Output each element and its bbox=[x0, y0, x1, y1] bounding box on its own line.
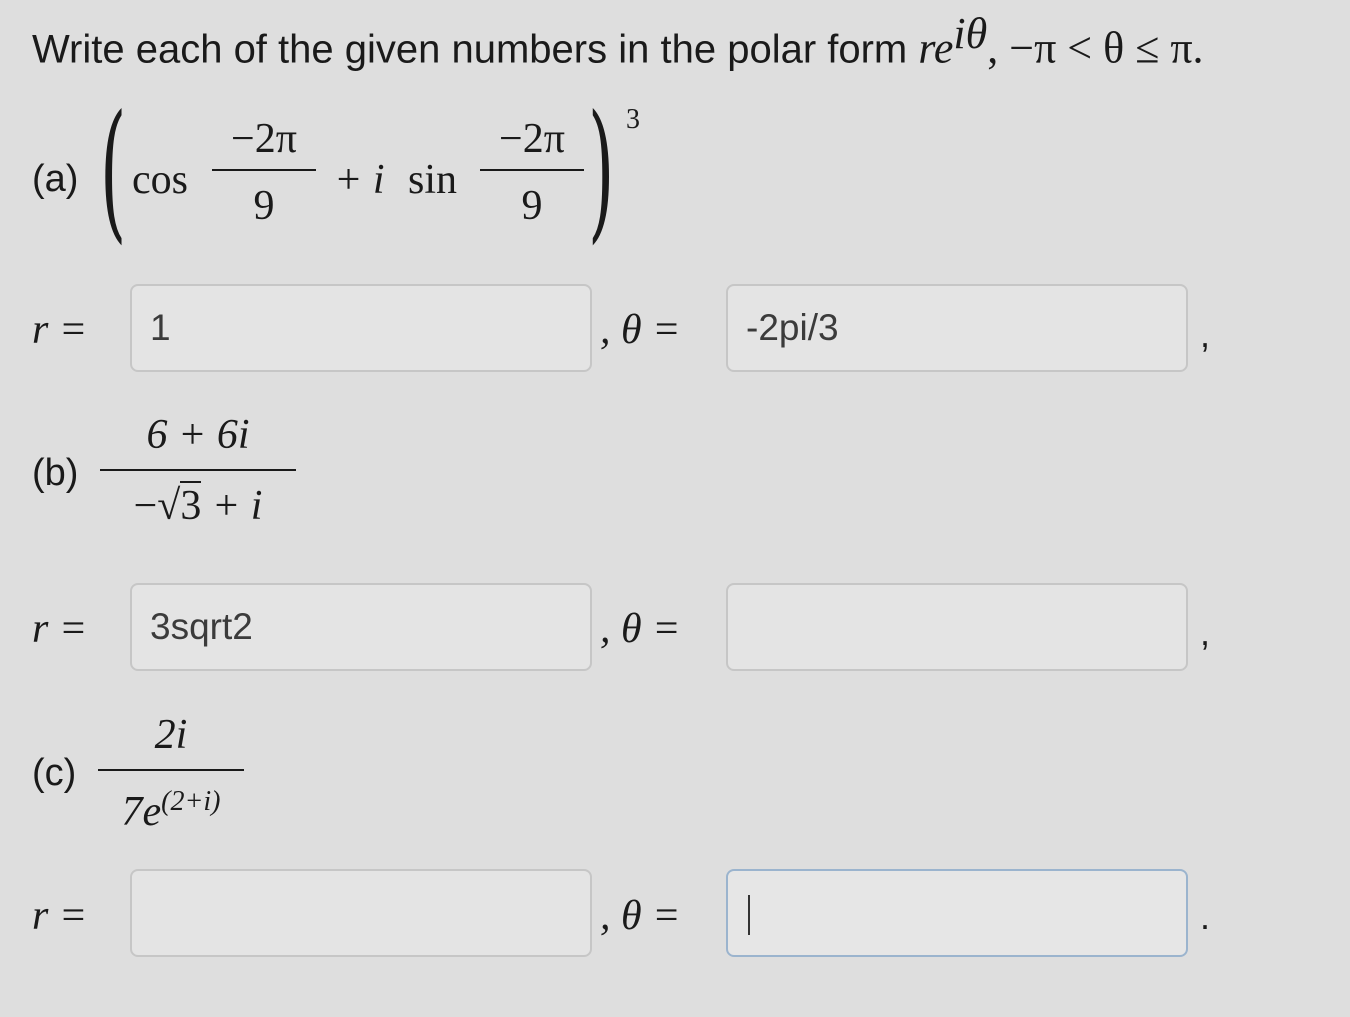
part-a-fraction-1-numerator: −2π bbox=[231, 116, 297, 162]
part-a-fraction-2: −2π 9 bbox=[480, 118, 584, 227]
part-a-plus-i: + i bbox=[334, 157, 385, 203]
part-c-denominator-exponent: (2+i) bbox=[161, 786, 221, 817]
part-c-r-input[interactable] bbox=[130, 869, 592, 957]
part-a-sin: sin bbox=[408, 157, 458, 203]
part-b-fraction: 6 + 6i −√3 + i bbox=[100, 412, 296, 529]
part-a-fraction-1-bar bbox=[212, 169, 316, 171]
part-b-r-input[interactable]: 3sqrt2 bbox=[130, 583, 592, 671]
part-a-right-paren: ) bbox=[588, 84, 615, 258]
polar-form-base: re bbox=[918, 23, 954, 73]
part-a-r-input[interactable]: 1 bbox=[130, 284, 592, 372]
prompt-text: Write each of the given numbers in the p… bbox=[32, 27, 919, 72]
part-a-power: 3 bbox=[626, 104, 640, 135]
part-b-denominator: −√3 + i bbox=[100, 481, 296, 529]
part-b-denominator-tail: + i bbox=[211, 483, 263, 529]
part-a-left-paren: ( bbox=[100, 84, 127, 258]
part-b-theta-label: , θ = bbox=[600, 606, 681, 652]
part-b-end-punct: , bbox=[1200, 612, 1211, 653]
part-a-fraction-1-denominator: 9 bbox=[253, 183, 275, 229]
sqrt-sign: √ bbox=[157, 483, 181, 529]
part-c-theta-input[interactable] bbox=[726, 869, 1188, 957]
part-b-theta-input[interactable] bbox=[726, 583, 1188, 671]
part-c-denominator: 7e(2+i) bbox=[98, 781, 244, 833]
question-prompt: Write each of the given numbers in the p… bbox=[32, 8, 1204, 73]
part-a-fraction-2-bar bbox=[480, 169, 584, 171]
part-c-end-punct: . bbox=[1200, 896, 1211, 937]
part-b-numerator: 6 + 6i bbox=[146, 412, 250, 458]
part-c-r-label: r = bbox=[32, 893, 88, 939]
part-c-denominator-base: 7e bbox=[121, 789, 162, 835]
part-a-theta-input[interactable]: -2pi/3 bbox=[726, 284, 1188, 372]
polar-form-exponent: iθ bbox=[953, 9, 988, 58]
part-c-label: (c) bbox=[32, 752, 77, 794]
part-a-fraction-2-denominator: 9 bbox=[521, 183, 543, 229]
part-a-cos: cos bbox=[132, 157, 188, 203]
part-b-radicand: 3 bbox=[180, 481, 202, 529]
part-c-fraction-bar bbox=[98, 769, 244, 771]
part-c-numerator: 2i bbox=[154, 712, 188, 758]
part-c-theta-label: , θ = bbox=[600, 893, 681, 939]
part-b-r-label: r = bbox=[32, 606, 88, 652]
part-b-label: (b) bbox=[32, 452, 79, 494]
part-a-theta-label: , θ = bbox=[600, 307, 681, 353]
text-cursor bbox=[748, 895, 750, 936]
part-b-denominator-minus: − bbox=[133, 483, 158, 529]
part-a-end-punct: , bbox=[1200, 314, 1211, 355]
part-a-fraction-1: −2π 9 bbox=[212, 118, 316, 227]
part-a-label: (a) bbox=[32, 158, 79, 200]
part-c-fraction: 2i 7e(2+i) bbox=[98, 714, 244, 833]
part-a-r-label: r = bbox=[32, 307, 88, 353]
angle-range: , −π < θ ≤ π. bbox=[987, 23, 1204, 73]
part-a-fraction-2-numerator: −2π bbox=[499, 116, 565, 162]
part-b-fraction-bar bbox=[100, 469, 296, 471]
